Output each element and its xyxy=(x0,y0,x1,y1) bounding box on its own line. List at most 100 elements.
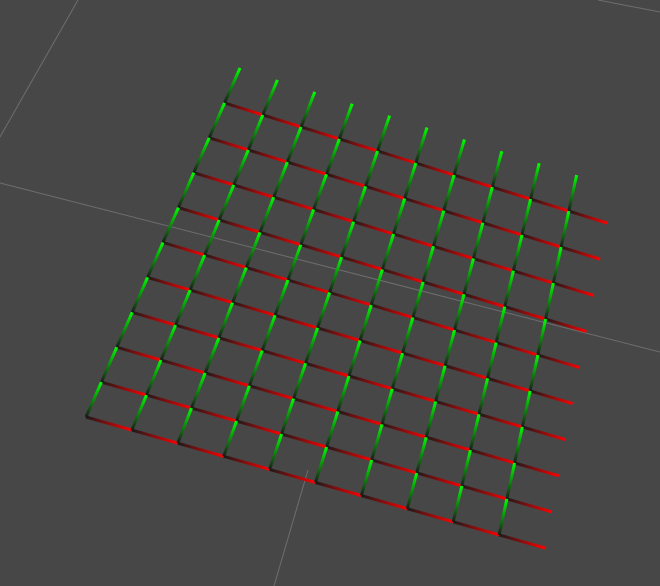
y-axis-line xyxy=(203,219,221,256)
axis-frame-marker[interactable] xyxy=(490,150,532,201)
y-axis-line xyxy=(434,365,447,402)
y-axis-line xyxy=(364,150,380,187)
y-axis-line xyxy=(403,162,418,199)
axis-frame-marker[interactable] xyxy=(414,127,455,177)
axis-frame-marker[interactable] xyxy=(567,174,608,225)
y-axis-line xyxy=(176,407,193,444)
y-axis-line xyxy=(246,114,265,151)
x-axis-line xyxy=(406,507,454,524)
axis-frame-marker[interactable] xyxy=(337,103,379,153)
3d-viewport[interactable] xyxy=(0,0,660,586)
y-axis-line xyxy=(260,314,277,352)
y-axis-line xyxy=(443,329,457,367)
y-axis-line xyxy=(299,91,317,128)
axes-markers xyxy=(84,67,608,550)
x-axis-line xyxy=(315,481,362,498)
y-axis-line xyxy=(336,375,351,412)
y-axis-line xyxy=(280,398,296,435)
x-axis-line xyxy=(371,458,418,475)
floor-grid-line xyxy=(273,469,309,586)
x-axis-line xyxy=(506,497,553,514)
y-axis-line xyxy=(415,436,428,474)
x-axis-line xyxy=(454,328,497,344)
y-axis-line xyxy=(520,198,533,236)
x-axis-line xyxy=(177,206,220,222)
y-axis-line xyxy=(414,127,429,164)
x-axis-line xyxy=(568,209,608,225)
x-axis-line xyxy=(337,410,383,426)
x-axis-line xyxy=(393,232,434,248)
y-axis-line xyxy=(347,340,362,377)
y-axis-line xyxy=(231,266,248,304)
x-axis-line xyxy=(552,281,594,297)
y-axis-line xyxy=(511,234,524,272)
y-axis-line xyxy=(370,423,384,461)
y-axis-line xyxy=(513,426,524,464)
floor-grid-line xyxy=(0,0,79,138)
x-axis-line xyxy=(402,351,446,368)
y-axis-line xyxy=(159,324,177,361)
x-axis-line xyxy=(487,376,531,393)
axis-frame-marker[interactable] xyxy=(497,498,546,550)
y-axis-line xyxy=(223,67,242,104)
y-axis-line xyxy=(352,185,368,223)
x-axis-line xyxy=(453,173,493,189)
y-axis-line xyxy=(130,276,149,313)
x-axis-line xyxy=(261,349,307,365)
x-axis-line xyxy=(305,361,350,378)
x-axis-line xyxy=(223,454,271,471)
y-axis-line xyxy=(494,306,507,343)
y-axis-line xyxy=(261,79,279,116)
y-axis-line xyxy=(217,184,236,221)
axis-frame-marker[interactable] xyxy=(376,115,417,165)
y-axis-line xyxy=(505,462,517,500)
y-axis-line xyxy=(286,244,303,281)
x-axis-line xyxy=(233,183,275,199)
axis-frame-marker[interactable] xyxy=(299,91,340,141)
axis-frame-marker[interactable] xyxy=(223,67,264,117)
x-axis-line xyxy=(224,101,264,117)
x-axis-line xyxy=(146,393,192,410)
y-axis-line xyxy=(551,246,563,284)
x-axis-line xyxy=(514,461,560,478)
y-axis-line xyxy=(451,485,464,523)
x-axis-line xyxy=(495,341,539,357)
y-axis-line xyxy=(217,302,234,339)
y-axis-line xyxy=(258,196,276,233)
y-axis-line xyxy=(314,446,329,483)
x-axis-line xyxy=(300,125,340,141)
scene-canvas[interactable] xyxy=(0,0,660,586)
x-axis-line xyxy=(274,313,319,330)
y-axis-line xyxy=(130,394,148,431)
x-axis-line xyxy=(433,244,474,260)
x-axis-line xyxy=(521,425,567,442)
x-axis-line xyxy=(326,172,367,188)
x-axis-line xyxy=(530,197,570,213)
y-axis-line xyxy=(145,359,163,396)
y-axis-line xyxy=(325,138,341,175)
x-axis-line xyxy=(162,241,206,257)
x-axis-line xyxy=(208,136,249,152)
y-axis-line xyxy=(536,318,548,356)
x-axis-line xyxy=(293,397,339,413)
y-axis-line xyxy=(207,102,226,139)
axis-frame-marker[interactable] xyxy=(261,79,302,129)
x-axis-line xyxy=(416,471,463,488)
y-axis-line xyxy=(369,269,384,306)
x-axis-line xyxy=(469,448,516,465)
axis-frame-marker[interactable] xyxy=(529,162,570,213)
x-axis-line xyxy=(444,364,489,380)
axis-frame-marker[interactable] xyxy=(452,138,493,189)
x-axis-line xyxy=(412,316,455,332)
x-axis-line xyxy=(218,218,261,234)
x-axis-line xyxy=(498,533,546,550)
y-axis-line xyxy=(337,103,354,140)
y-axis-line xyxy=(544,282,555,320)
y-axis-line xyxy=(411,281,425,318)
x-axis-line xyxy=(353,220,394,236)
x-axis-line xyxy=(147,275,191,292)
x-axis-line xyxy=(370,303,414,319)
x-axis-line xyxy=(247,148,288,164)
y-axis-line xyxy=(520,390,532,428)
x-axis-line xyxy=(478,412,523,429)
